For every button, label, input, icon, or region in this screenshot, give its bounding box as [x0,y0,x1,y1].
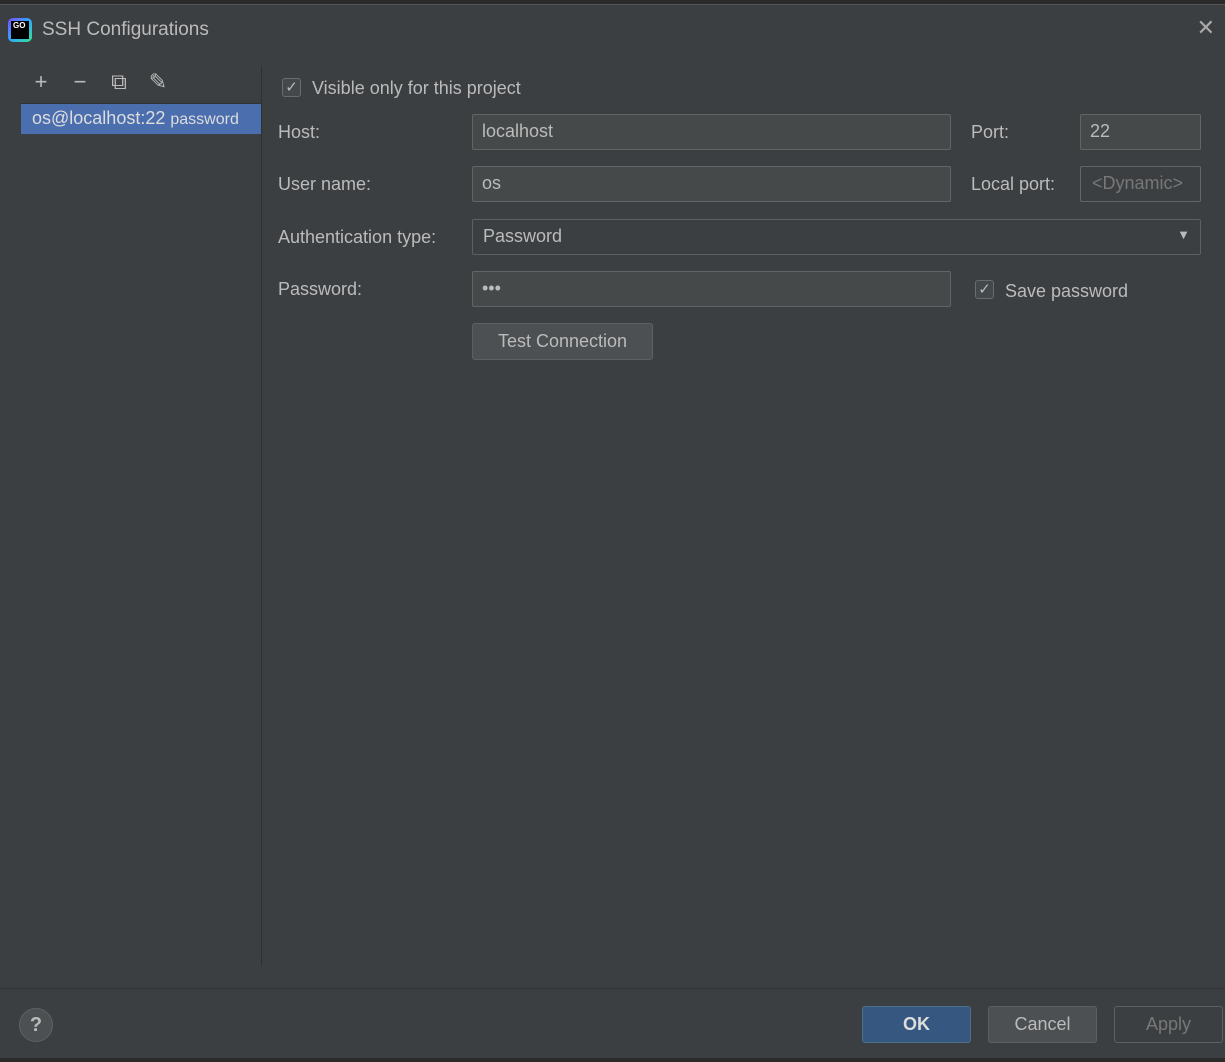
test-connection-button[interactable]: Test Connection [472,323,653,360]
add-icon[interactable]: + [29,69,53,95]
user-name-label: User name: [278,174,372,194]
dialog-title: SSH Configurations [42,19,209,40]
save-password-label: Save password [1005,281,1129,301]
ssh-configurations-dialog: GO SSH Configurations ✕ + − ⧉ ✎ os@local… [0,4,1225,1058]
help-button[interactable]: ? [19,1008,53,1042]
auth-type-value: Password [483,226,563,246]
copy-icon[interactable]: ⧉ [107,69,131,95]
password-label: Password: [278,279,363,299]
auth-type-label: Authentication type: [278,227,437,247]
config-name: os@localhost:22 [32,108,166,128]
save-password-checkbox[interactable]: ✓ [975,280,994,299]
goland-logo-icon: GO [8,18,32,42]
divider [0,988,1225,989]
user-name-input[interactable]: os [472,166,951,202]
port-input[interactable]: 22 [1080,114,1201,150]
divider [261,66,262,966]
host-input[interactable]: localhost [472,114,951,150]
visible-only-label: Visible only for this project [312,78,521,98]
cancel-button[interactable]: Cancel [988,1006,1097,1043]
remove-icon[interactable]: − [68,69,92,95]
password-input[interactable]: ••• [472,271,951,307]
edit-icon[interactable]: ✎ [146,69,170,95]
local-port-input[interactable]: <Dynamic> [1080,166,1201,202]
port-label: Port: [971,122,1010,142]
host-label: Host: [278,122,321,142]
list-item[interactable]: os@localhost:22 password [21,104,261,134]
close-icon[interactable]: ✕ [1197,15,1215,41]
visible-only-checkbox[interactable]: ✓ [282,78,301,97]
config-auth: password [170,111,239,128]
apply-button[interactable]: Apply [1114,1006,1223,1043]
chevron-down-icon: ▼ [1177,227,1190,242]
ok-button[interactable]: OK [862,1006,971,1043]
auth-type-select[interactable]: Password ▼ [472,219,1201,255]
local-port-label: Local port: [971,174,1056,194]
